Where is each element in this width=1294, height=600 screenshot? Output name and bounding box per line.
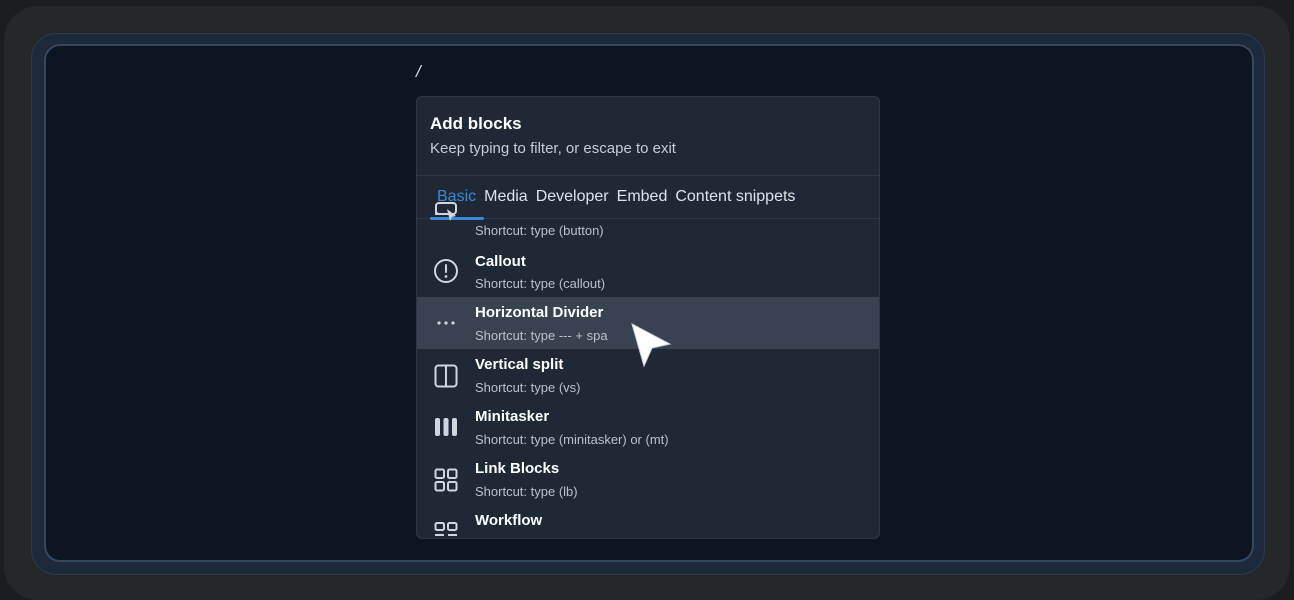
popup-subtitle: Keep typing to filter, or escape to exit [430,140,676,157]
list-item-button[interactable]: Shortcut: type (button) [417,193,879,245]
block-list[interactable]: Shortcut: type (button) Callout Shortcut… [417,202,879,538]
list-item-shortcut: Shortcut: type (callout) [475,276,606,291]
list-item-link-blocks[interactable]: Link Blocks Shortcut: type (lb) [417,453,879,505]
list-item-title: Minitasker [475,408,550,425]
slash-command-text[interactable]: / [416,62,421,82]
ellipsis-icon [433,310,459,336]
add-blocks-popup: Add blocks Keep typing to filter, or esc… [416,96,880,539]
list-item-callout[interactable]: Callout Shortcut: type (callout) [417,245,879,297]
list-item-title: Link Blocks [475,460,560,477]
list-item-workflow[interactable]: Workflow [417,505,879,538]
button-icon [433,201,459,227]
list-item-title: Workflow [475,512,543,529]
list-item-minitasker[interactable]: Minitasker Shortcut: type (minitasker) o… [417,401,879,453]
popup-header: Add blocks Keep typing to filter, or esc… [417,97,879,176]
split-column-icon [433,363,459,389]
list-item-shortcut: Shortcut: type --- + spa [475,328,608,343]
grid-icon [433,467,459,493]
list-item-shortcut: Shortcut: type (vs) [475,380,581,395]
list-item-shortcut: Shortcut: type (button) [475,223,604,238]
list-item-shortcut: Shortcut: type (minitasker) or (mt) [475,432,669,447]
three-bars-icon [433,414,459,440]
list-item-title: Callout [475,253,526,270]
list-item-title: Horizontal Divider [475,304,604,321]
exclamation-circle-icon [433,258,459,284]
popup-title: Add blocks [430,114,522,133]
list-item-title: Vertical split [475,356,564,373]
list-item-shortcut: Shortcut: type (lb) [475,484,578,499]
editor-screen[interactable]: / Add blocks Keep typing to filter, or e… [46,46,1252,560]
workflow-icon [433,519,459,538]
mouse-pointer-icon [630,322,680,372]
